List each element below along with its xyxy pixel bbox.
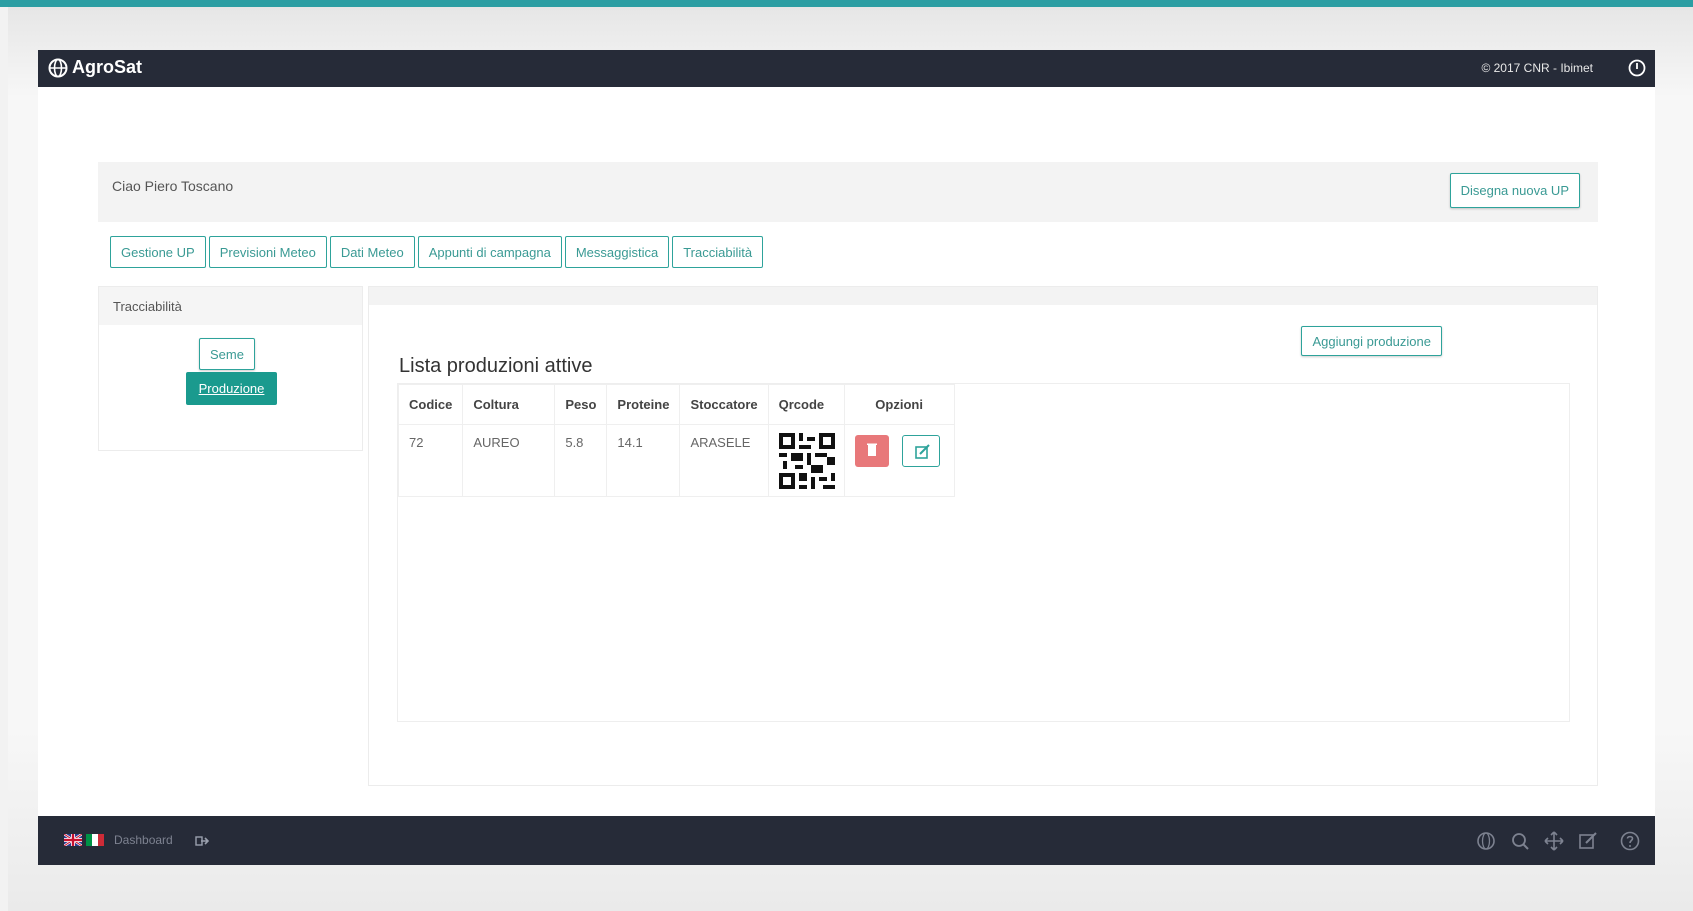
brand-name: AgroSat [72,57,143,77]
header-proteine: Proteine [606,384,681,425]
tab-messaggistica[interactable]: Messaggistica [564,236,670,268]
brand-logo[interactable]: AgroSat [48,57,142,78]
italy-flag-icon[interactable] [86,834,104,846]
table-row: 72 AUREO 5.8 14.1 ARASELE [397,424,955,497]
logout-icon[interactable] [195,834,209,848]
globe-icon [48,58,68,77]
delete-button[interactable] [854,435,889,467]
language-selector [64,834,104,846]
map-tools [1475,830,1641,852]
sidebar-title: Tracciabilità [99,287,362,325]
header-opzioni: Opzioni [843,384,955,425]
top-accent-line [0,0,1693,7]
uk-flag-icon[interactable] [64,834,82,846]
power-icon[interactable] [1627,58,1647,78]
help-icon[interactable] [1619,830,1641,852]
produzione-button[interactable]: Produzione [186,372,277,405]
cell-codice: 72 [397,424,464,497]
seme-button[interactable]: Seme [199,338,255,370]
cell-coltura: AUREO [462,424,556,497]
move-icon[interactable] [1543,830,1565,852]
header-coltura: Coltura [462,384,556,425]
cell-opzioni [843,424,955,497]
panel-header-strip [369,287,1597,305]
cell-stoccatore: ARASELE [679,424,769,497]
list-title: Lista produzioni attive [399,355,593,377]
production-table: Codice Coltura Peso Proteine Stoccatore … [397,384,955,497]
globe-icon[interactable] [1475,830,1497,852]
add-production-button[interactable]: Aggiungi produzione [1301,326,1442,356]
tab-previsioni-meteo[interactable]: Previsioni Meteo [208,236,327,268]
header-peso: Peso [554,384,608,425]
welcome-panel: Ciao Piero Toscano Disegna nuova UP [98,162,1598,222]
tab-tracciabilita[interactable]: Tracciabilità [672,236,764,268]
edit-icon [915,444,930,459]
tab-appunti-campagna[interactable]: Appunti di campagna [417,236,562,268]
header-codice: Codice [397,384,464,425]
draw-new-up-button[interactable]: Disegna nuova UP [1449,173,1580,208]
production-panel: Aggiungi produzione Lista produzioni att… [368,286,1598,786]
edit-icon[interactable] [1577,830,1599,852]
greeting-text: Ciao Piero Toscano [112,178,234,194]
copyright-text: © 2017 CNR - Ibimet [1481,61,1593,75]
trash-icon [866,443,877,456]
cell-peso: 5.8 [554,424,608,497]
cell-qrcode [767,424,845,497]
bottom-bar: Dashboard [38,816,1655,865]
app-window: AgroSat © 2017 CNR - Ibimet Ciao Piero T… [38,50,1655,865]
table-header-row: Codice Coltura Peso Proteine Stoccatore … [397,384,955,425]
header-qrcode: Qrcode [767,384,845,425]
module-tabs: Gestione UP Previsioni Meteo Dati Meteo … [110,236,764,268]
header-stoccatore: Stoccatore [679,384,769,425]
edit-button[interactable] [902,435,941,467]
traceability-sidebar: Tracciabilità Seme Produzione [98,286,363,451]
production-table-container: Codice Coltura Peso Proteine Stoccatore … [397,383,1570,722]
cell-proteine: 14.1 [606,424,681,497]
top-navbar: AgroSat © 2017 CNR - Ibimet [38,50,1655,87]
tab-dati-meteo[interactable]: Dati Meteo [329,236,415,268]
tab-gestione-up[interactable]: Gestione UP [110,236,206,268]
search-icon[interactable] [1509,830,1531,852]
dashboard-link[interactable]: Dashboard [114,833,173,847]
qr-code-image[interactable] [778,433,835,489]
